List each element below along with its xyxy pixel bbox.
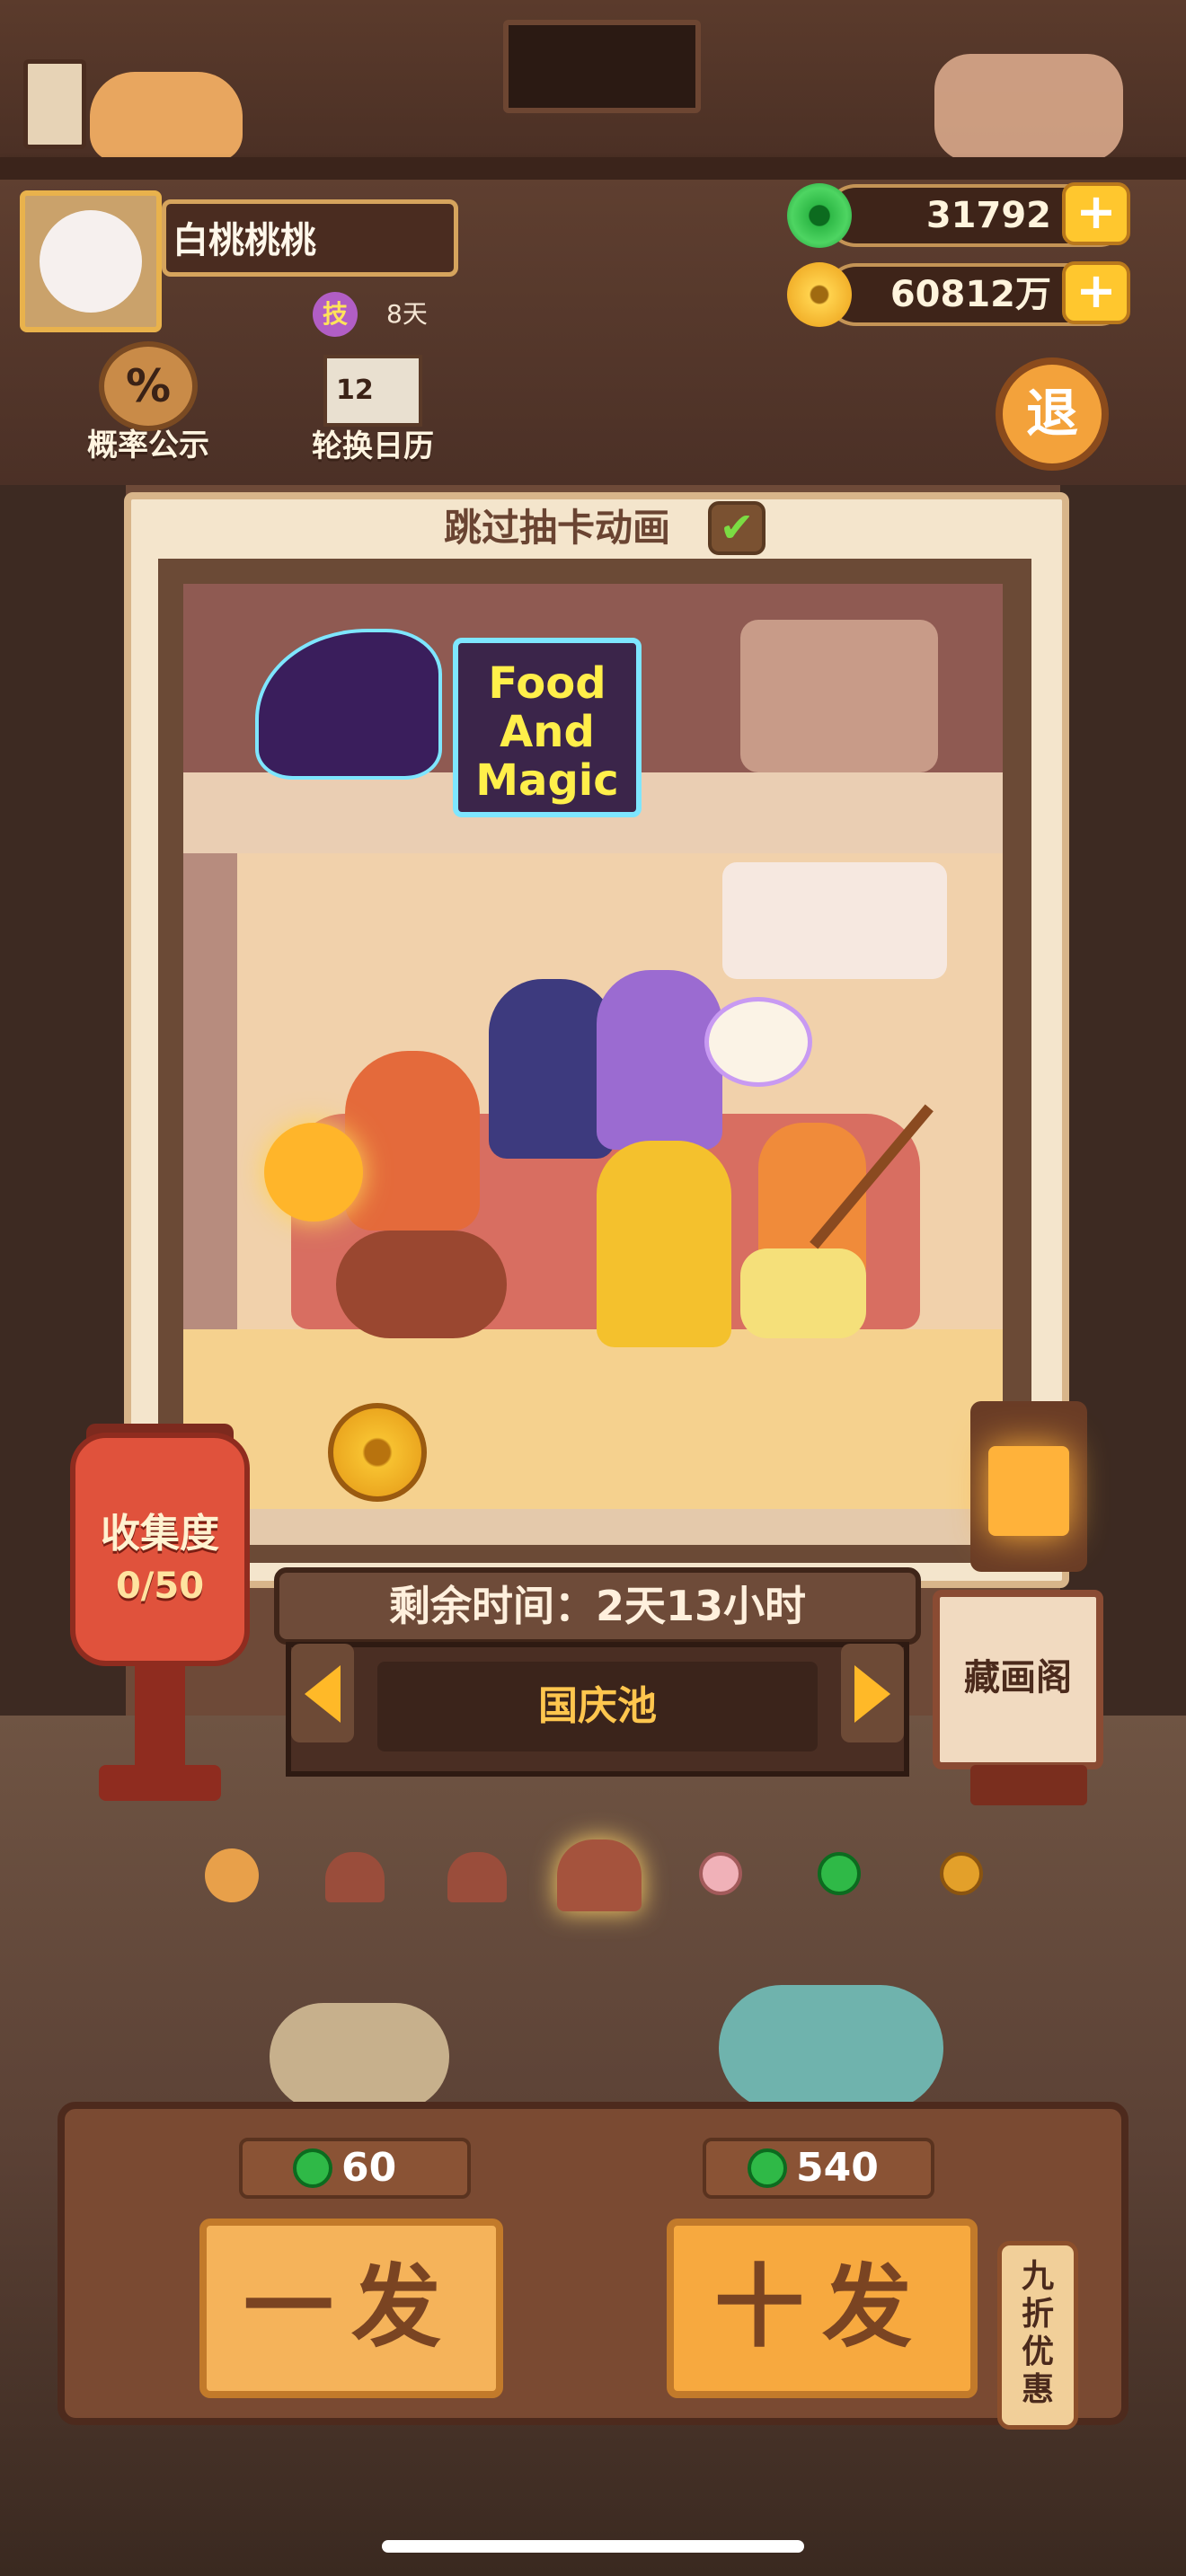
ten-draw-cost: 540: [796, 2145, 879, 2191]
coin-icon: [787, 262, 852, 327]
prev-pool-button[interactable]: [291, 1644, 354, 1742]
spoon-spirit-icon: [704, 997, 812, 1087]
character-monkey-king-icon: [597, 1141, 731, 1347]
skip-animation-label[interactable]: 跳过抽卡动画: [395, 501, 719, 555]
pool-name: 国庆池: [377, 1662, 818, 1751]
hanging-scroll-icon: [23, 59, 86, 149]
banner-bottom-rail: [183, 1509, 1003, 1545]
pool-tab-house-1[interactable]: [325, 1852, 385, 1902]
pool-tab-house-selected[interactable]: [557, 1839, 642, 1911]
percent-gear-icon: %: [99, 341, 198, 431]
calendar-icon: 12: [323, 355, 422, 427]
single-draw-button[interactable]: 一发: [199, 2219, 503, 2398]
characters-decoration-icon: [934, 54, 1123, 162]
character-purple-hair-icon: [597, 970, 722, 1150]
banner-artwork[interactable]: Food And Magic: [183, 584, 1003, 1509]
skip-animation-checkbox[interactable]: ✔: [708, 501, 766, 555]
fire-spirit-icon: [264, 1123, 363, 1222]
arrow-left-icon: [305, 1665, 341, 1723]
collection-label: 收集度: [101, 1511, 219, 1557]
probability-label: 概率公示: [87, 428, 209, 463]
pool-tab-coin[interactable]: [940, 1852, 983, 1895]
fan-vent-icon: [740, 620, 938, 772]
pool-tab-lantern[interactable]: [205, 1848, 259, 1902]
exit-button[interactable]: 退: [996, 357, 1109, 471]
add-jade-button[interactable]: +: [1062, 182, 1130, 245]
lock-coin-icon[interactable]: [328, 1403, 427, 1502]
single-draw-price: 60: [239, 2138, 471, 2199]
character-mage-icon: [489, 979, 615, 1159]
add-coin-button[interactable]: +: [1062, 261, 1130, 324]
arrow-right-icon: [854, 1665, 890, 1723]
ten-draw-price: 540: [703, 2138, 934, 2199]
jade-icon: [293, 2148, 332, 2188]
jade-icon: [748, 2148, 787, 2188]
air-conditioner-icon: [722, 862, 947, 979]
gallery-button[interactable]: 藏画阁: [933, 1590, 1103, 1769]
skill-days: 8天: [386, 299, 428, 329]
coin-amount: 60812万: [890, 274, 1051, 315]
pool-tab-jade[interactable]: [818, 1852, 861, 1895]
gallery-stand: [970, 1765, 1087, 1805]
collection-count: 0/50: [115, 1566, 205, 1607]
avatar-frame[interactable]: [20, 190, 162, 332]
discount-tag: 九折优惠: [997, 2241, 1078, 2430]
small-fish-icon: [270, 2003, 449, 2111]
lantern-stand: [135, 1662, 185, 1778]
character-fox-girl-icon: [345, 1051, 480, 1231]
next-pool-button[interactable]: [841, 1644, 904, 1742]
lantern-base: [99, 1765, 221, 1801]
single-draw-cost: 60: [341, 2145, 397, 2191]
home-indicator[interactable]: [382, 2540, 804, 2553]
jade-amount: 31792: [925, 195, 1051, 236]
rotation-calendar-button[interactable]: 12 轮换日历: [296, 355, 449, 481]
lamp-glow: [988, 1446, 1069, 1536]
avatar[interactable]: [40, 210, 142, 313]
big-fish-icon: [719, 1985, 943, 2111]
cat-decoration-icon: [90, 72, 243, 162]
ten-draw-button[interactable]: 十发: [667, 2219, 978, 2398]
pool-tab-plus-coin[interactable]: [699, 1852, 742, 1895]
banner-title: Food And Magic: [453, 638, 642, 817]
rotation-calendar-label: 轮换日历: [312, 428, 434, 464]
boar-plush-icon: [336, 1231, 507, 1338]
skill-badge-icon[interactable]: 技: [313, 292, 358, 337]
remaining-time: 剩余时间：2天13小时: [388, 1582, 807, 1630]
probability-button[interactable]: % 概率公示: [72, 341, 225, 476]
floor-mat: [183, 1329, 1003, 1509]
pool-tab-house-2[interactable]: [447, 1852, 507, 1902]
player-name: 白桃桃桃: [173, 220, 316, 261]
pet-house-icon: [740, 1248, 866, 1338]
cat-portrait-frame-icon: [503, 20, 701, 113]
jade-icon: [787, 183, 852, 248]
